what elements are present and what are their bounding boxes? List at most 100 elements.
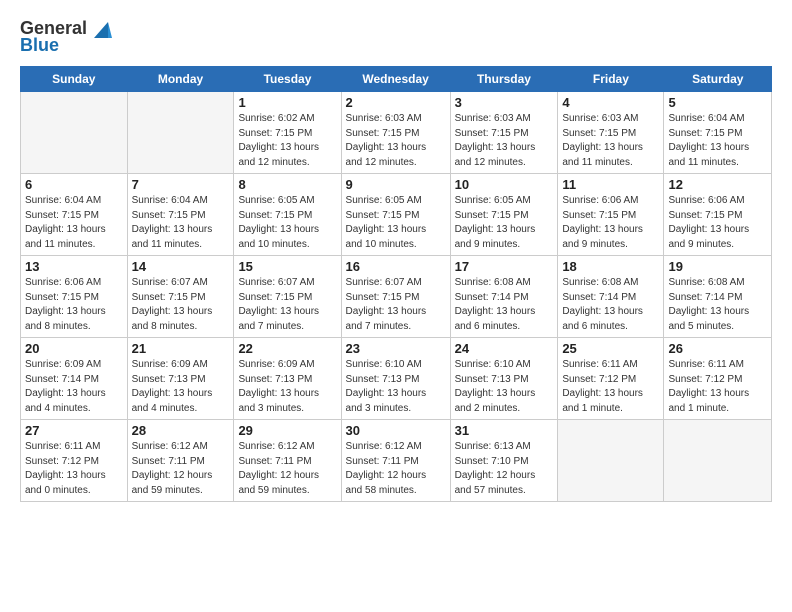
weekday-header-sunday: Sunday [21, 67, 128, 92]
day-info: Sunrise: 6:10 AM Sunset: 7:13 PM Dayligh… [346, 358, 446, 416]
day-number: 6 [25, 177, 123, 192]
day-info: Sunrise: 6:08 AM Sunset: 7:14 PM Dayligh… [455, 276, 554, 334]
logo-triangle-icon [90, 20, 112, 38]
day-info: Sunrise: 6:12 AM Sunset: 7:11 PM Dayligh… [346, 440, 446, 498]
day-info: Sunrise: 6:03 AM Sunset: 7:15 PM Dayligh… [562, 112, 659, 170]
calendar-cell: 26Sunrise: 6:11 AM Sunset: 7:12 PM Dayli… [664, 338, 772, 420]
day-number: 16 [346, 259, 446, 274]
calendar-cell: 3Sunrise: 6:03 AM Sunset: 7:15 PM Daylig… [450, 92, 558, 174]
day-number: 15 [238, 259, 336, 274]
day-number: 11 [562, 177, 659, 192]
day-info: Sunrise: 6:06 AM Sunset: 7:15 PM Dayligh… [668, 194, 767, 252]
week-row-2: 6 Sunrise: 6:04 AM Sunset: 7:15 PM Daylig… [21, 174, 772, 256]
calendar-cell: 27 Sunrise: 6:11 AM Sunset: 7:12 PM Dayli… [21, 420, 128, 502]
calendar-cell: 17 Sunrise: 6:08 AM Sunset: 7:14 PM Dayli… [450, 256, 558, 338]
calendar-cell: 19Sunrise: 6:08 AM Sunset: 7:14 PM Dayli… [664, 256, 772, 338]
day-number: 21 [132, 341, 230, 356]
calendar-cell: 8 Sunrise: 6:05 AM Sunset: 7:15 PM Daylig… [234, 174, 341, 256]
calendar-cell: 9 Sunrise: 6:05 AM Sunset: 7:15 PM Daylig… [341, 174, 450, 256]
day-number: 7 [132, 177, 230, 192]
calendar-cell: 15 Sunrise: 6:07 AM Sunset: 7:15 PM Dayli… [234, 256, 341, 338]
day-info: Sunrise: 6:11 AM Sunset: 7:12 PM Dayligh… [562, 358, 659, 416]
day-info: Sunrise: 6:04 AM Sunset: 7:15 PM Dayligh… [668, 112, 767, 170]
calendar-cell: 16Sunrise: 6:07 AM Sunset: 7:15 PM Dayli… [341, 256, 450, 338]
day-info: Sunrise: 6:05 AM Sunset: 7:15 PM Dayligh… [346, 194, 446, 252]
day-number: 5 [668, 95, 767, 110]
calendar-cell: 23 Sunrise: 6:10 AM Sunset: 7:13 PM Dayli… [341, 338, 450, 420]
day-number: 22 [238, 341, 336, 356]
day-number: 29 [238, 423, 336, 438]
calendar-page: General Blue SundayMondayTuesdayWednesda… [0, 0, 792, 612]
logo: General Blue [20, 18, 112, 56]
calendar-cell: 2 Sunrise: 6:03 AM Sunset: 7:15 PM Daylig… [341, 92, 450, 174]
week-row-5: 27 Sunrise: 6:11 AM Sunset: 7:12 PM Dayli… [21, 420, 772, 502]
day-number: 14 [132, 259, 230, 274]
calendar-cell: 12 Sunrise: 6:06 AM Sunset: 7:15 PM Dayli… [664, 174, 772, 256]
calendar-cell: 11 Sunrise: 6:06 AM Sunset: 7:15 PM Dayli… [558, 174, 664, 256]
calendar-cell: 4 Sunrise: 6:03 AM Sunset: 7:15 PM Daylig… [558, 92, 664, 174]
day-number: 1 [238, 95, 336, 110]
day-number: 13 [25, 259, 123, 274]
calendar-cell: 14 Sunrise: 6:07 AM Sunset: 7:15 PM Dayli… [127, 256, 234, 338]
calendar-cell: 7 Sunrise: 6:04 AM Sunset: 7:15 PM Daylig… [127, 174, 234, 256]
calendar-table: SundayMondayTuesdayWednesdayThursdayFrid… [20, 66, 772, 502]
weekday-header-row: SundayMondayTuesdayWednesdayThursdayFrid… [21, 67, 772, 92]
day-info: Sunrise: 6:03 AM Sunset: 7:15 PM Dayligh… [346, 112, 446, 170]
day-info: Sunrise: 6:06 AM Sunset: 7:15 PM Dayligh… [25, 276, 123, 334]
day-info: Sunrise: 6:06 AM Sunset: 7:15 PM Dayligh… [562, 194, 659, 252]
day-number: 23 [346, 341, 446, 356]
calendar-cell: 21 Sunrise: 6:09 AM Sunset: 7:13 PM Dayli… [127, 338, 234, 420]
day-number: 9 [346, 177, 446, 192]
day-number: 28 [132, 423, 230, 438]
day-info: Sunrise: 6:09 AM Sunset: 7:13 PM Dayligh… [238, 358, 336, 416]
day-number: 4 [562, 95, 659, 110]
calendar-cell: 25 Sunrise: 6:11 AM Sunset: 7:12 PM Dayli… [558, 338, 664, 420]
day-info: Sunrise: 6:07 AM Sunset: 7:15 PM Dayligh… [238, 276, 336, 334]
calendar-cell: 30Sunrise: 6:12 AM Sunset: 7:11 PM Dayli… [341, 420, 450, 502]
calendar-cell: 24 Sunrise: 6:10 AM Sunset: 7:13 PM Dayli… [450, 338, 558, 420]
day-number: 26 [668, 341, 767, 356]
day-number: 8 [238, 177, 336, 192]
calendar-cell: 29 Sunrise: 6:12 AM Sunset: 7:11 PM Dayli… [234, 420, 341, 502]
day-number: 25 [562, 341, 659, 356]
day-number: 24 [455, 341, 554, 356]
calendar-cell: 18Sunrise: 6:08 AM Sunset: 7:14 PM Dayli… [558, 256, 664, 338]
day-info: Sunrise: 6:09 AM Sunset: 7:13 PM Dayligh… [132, 358, 230, 416]
weekday-header-monday: Monday [127, 67, 234, 92]
calendar-cell: 28 Sunrise: 6:12 AM Sunset: 7:11 PM Dayli… [127, 420, 234, 502]
week-row-3: 13 Sunrise: 6:06 AM Sunset: 7:15 PM Dayli… [21, 256, 772, 338]
day-info: Sunrise: 6:10 AM Sunset: 7:13 PM Dayligh… [455, 358, 554, 416]
weekday-header-friday: Friday [558, 67, 664, 92]
day-number: 3 [455, 95, 554, 110]
calendar-cell [21, 92, 128, 174]
calendar-cell [558, 420, 664, 502]
day-info: Sunrise: 6:04 AM Sunset: 7:15 PM Dayligh… [25, 194, 123, 252]
calendar-cell: 22 Sunrise: 6:09 AM Sunset: 7:13 PM Dayli… [234, 338, 341, 420]
day-info: Sunrise: 6:04 AM Sunset: 7:15 PM Dayligh… [132, 194, 230, 252]
calendar-cell: 5 Sunrise: 6:04 AM Sunset: 7:15 PM Daylig… [664, 92, 772, 174]
weekday-header-saturday: Saturday [664, 67, 772, 92]
calendar-cell: 1 Sunrise: 6:02 AM Sunset: 7:15 PM Daylig… [234, 92, 341, 174]
weekday-header-tuesday: Tuesday [234, 67, 341, 92]
day-info: Sunrise: 6:08 AM Sunset: 7:14 PM Dayligh… [668, 276, 767, 334]
day-info: Sunrise: 6:11 AM Sunset: 7:12 PM Dayligh… [25, 440, 123, 498]
day-info: Sunrise: 6:02 AM Sunset: 7:15 PM Dayligh… [238, 112, 336, 170]
day-info: Sunrise: 6:05 AM Sunset: 7:15 PM Dayligh… [238, 194, 336, 252]
calendar-cell: 31Sunrise: 6:13 AM Sunset: 7:10 PM Dayli… [450, 420, 558, 502]
day-number: 17 [455, 259, 554, 274]
day-info: Sunrise: 6:07 AM Sunset: 7:15 PM Dayligh… [132, 276, 230, 334]
day-number: 18 [562, 259, 659, 274]
day-number: 2 [346, 95, 446, 110]
day-number: 27 [25, 423, 123, 438]
calendar-cell: 6 Sunrise: 6:04 AM Sunset: 7:15 PM Daylig… [21, 174, 128, 256]
day-number: 31 [455, 423, 554, 438]
day-info: Sunrise: 6:12 AM Sunset: 7:11 PM Dayligh… [238, 440, 336, 498]
logo-container: General Blue [20, 18, 112, 56]
calendar-cell: 10Sunrise: 6:05 AM Sunset: 7:15 PM Dayli… [450, 174, 558, 256]
day-number: 12 [668, 177, 767, 192]
week-row-4: 20Sunrise: 6:09 AM Sunset: 7:14 PM Dayli… [21, 338, 772, 420]
day-info: Sunrise: 6:12 AM Sunset: 7:11 PM Dayligh… [132, 440, 230, 498]
calendar-cell [127, 92, 234, 174]
calendar-cell: 13 Sunrise: 6:06 AM Sunset: 7:15 PM Dayli… [21, 256, 128, 338]
weekday-header-wednesday: Wednesday [341, 67, 450, 92]
